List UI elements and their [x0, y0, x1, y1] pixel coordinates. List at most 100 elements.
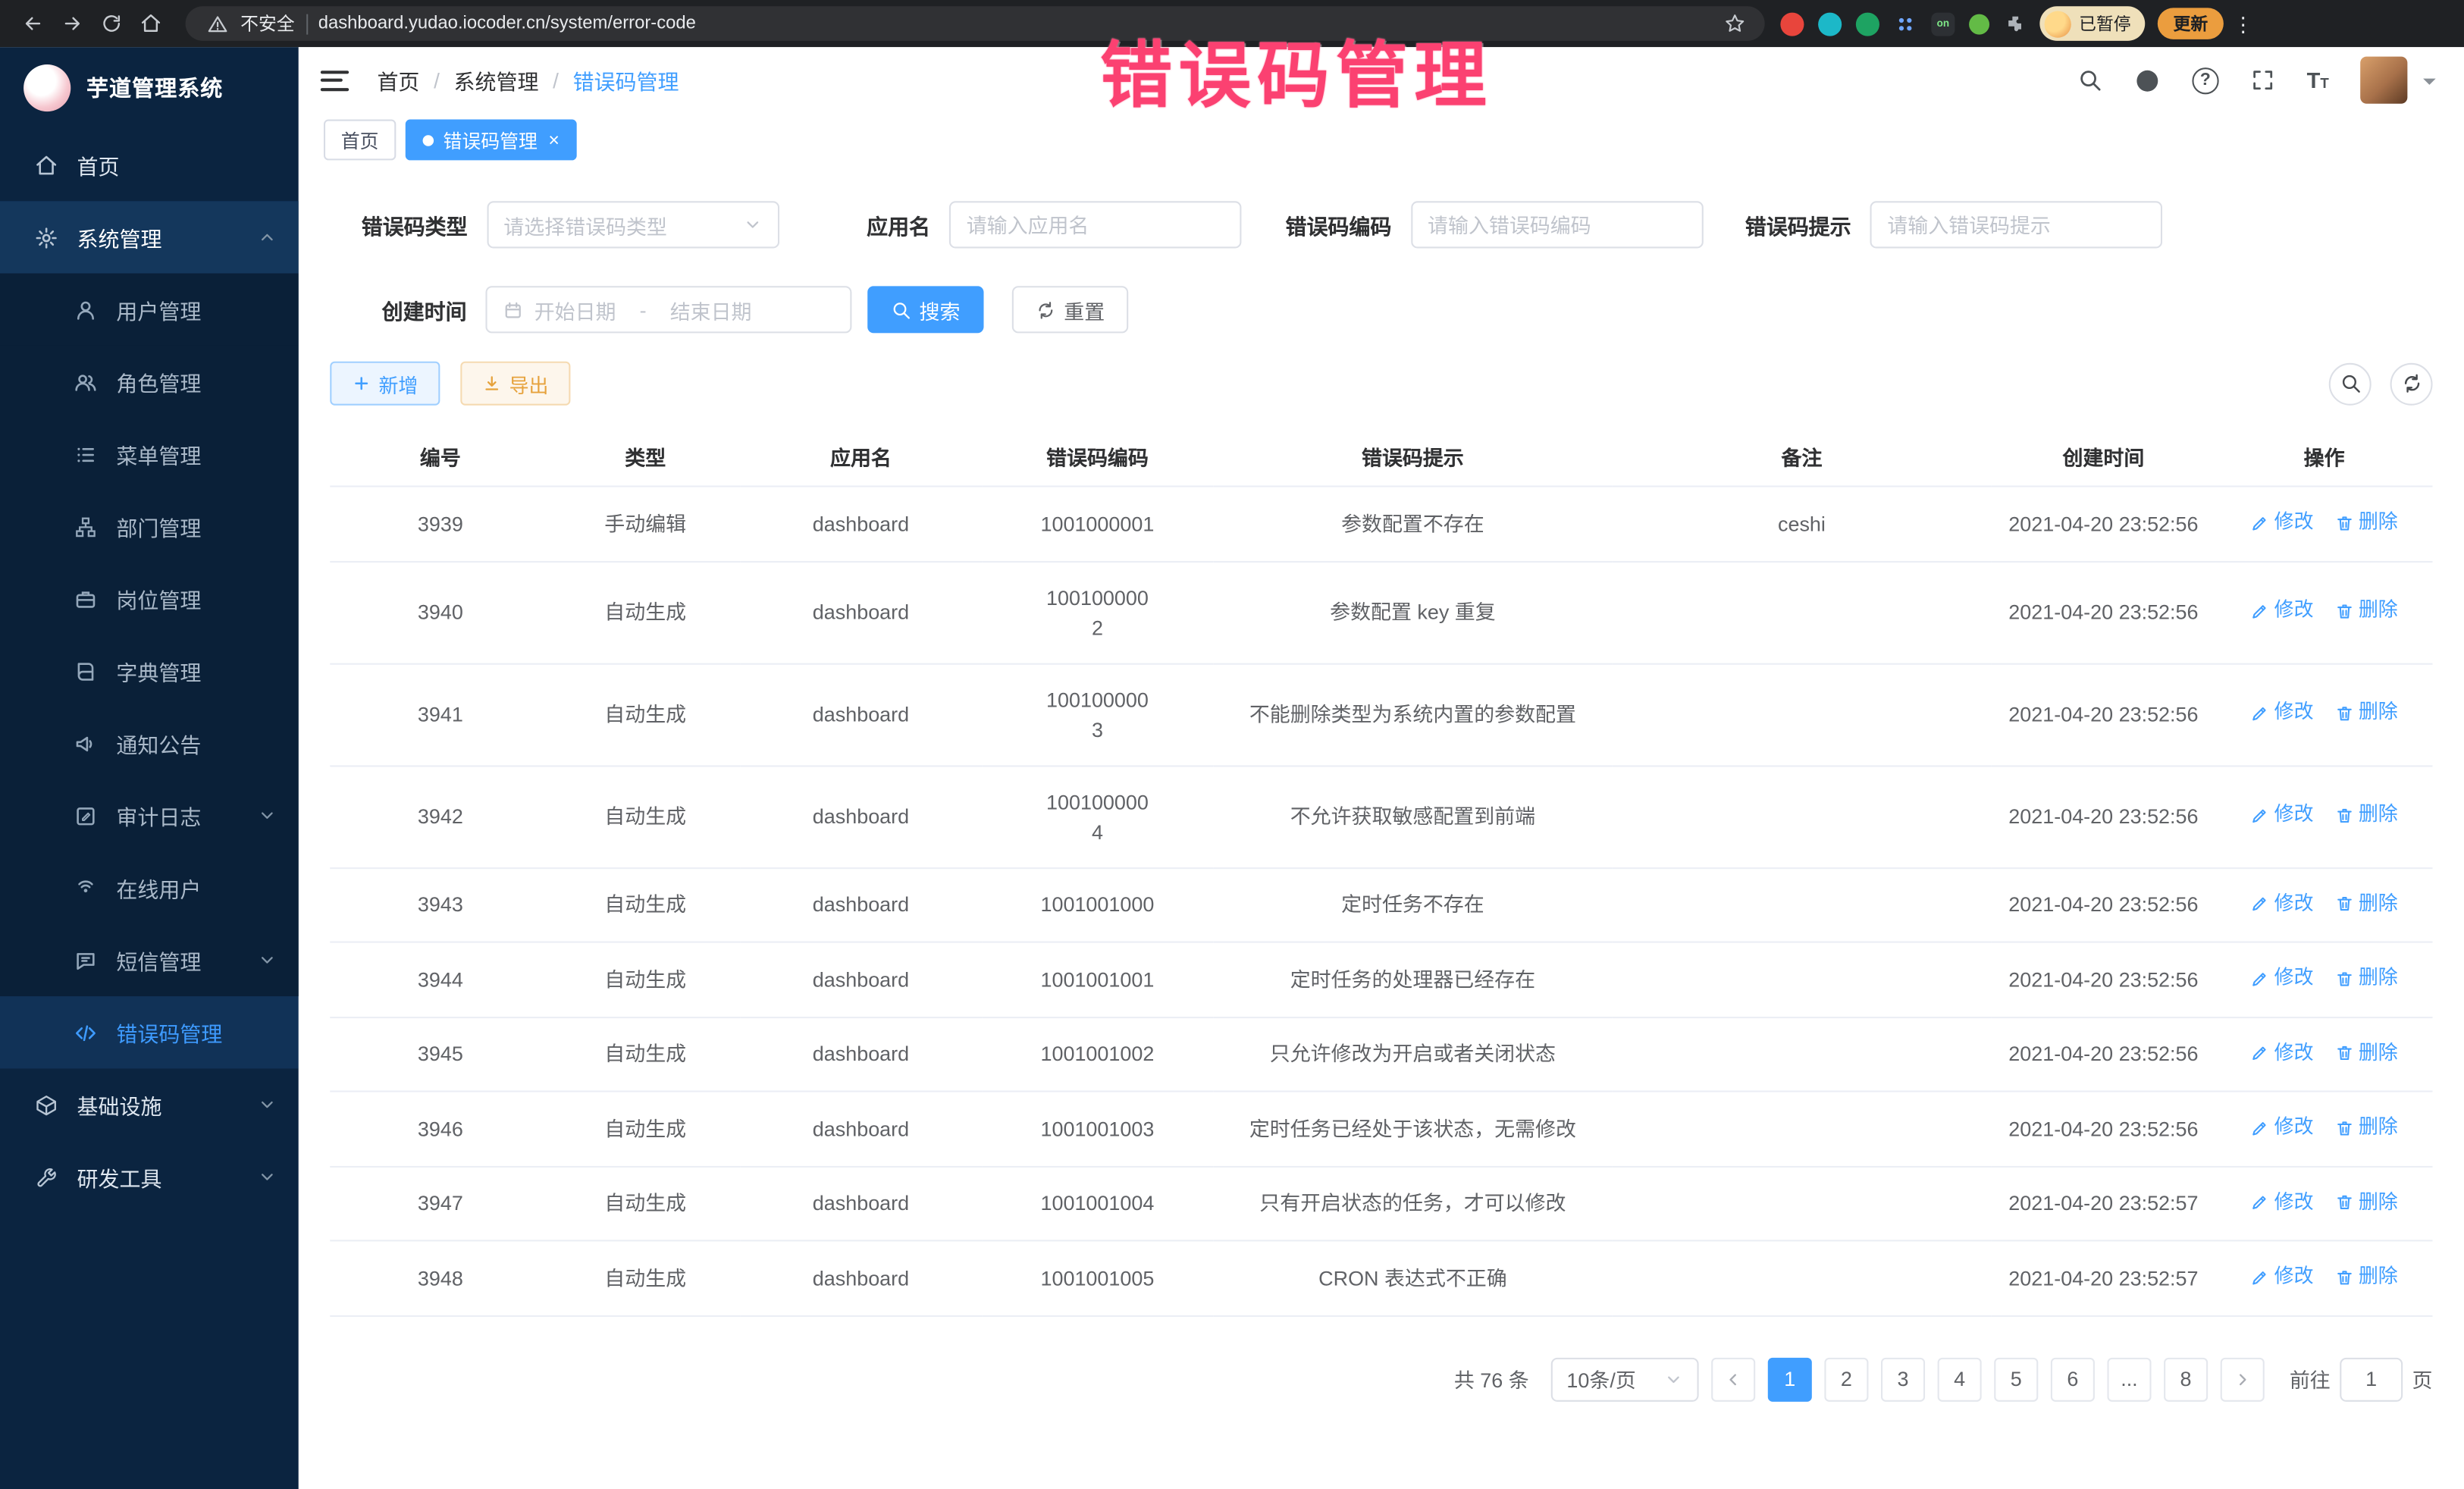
sidebar-item-infrastructure[interactable]: 基础设施: [0, 1068, 299, 1140]
browser-home-icon[interactable]: [130, 4, 170, 43]
edit-link[interactable]: 修改: [2251, 1038, 2314, 1067]
sidebar-item-online-users[interactable]: 在线用户: [0, 851, 299, 923]
sidebar-item-user-management[interactable]: 用户管理: [0, 274, 299, 346]
error-code-input[interactable]: [1410, 201, 1703, 248]
sidebar-item-system-management[interactable]: 系统管理: [0, 201, 299, 273]
search-button[interactable]: 搜索: [867, 286, 983, 333]
cell-remark: [1613, 561, 1991, 663]
sidebar-item-home[interactable]: 首页: [0, 129, 299, 201]
sidebar-item-label: 通知公告: [116, 728, 201, 759]
export-button[interactable]: 导出: [460, 362, 570, 406]
browser-update-button[interactable]: 更新: [2158, 8, 2224, 39]
github-icon[interactable]: [2134, 67, 2161, 93]
show-search-icon[interactable]: [2329, 362, 2372, 405]
sidebar-item-dev-tools[interactable]: 研发工具: [0, 1141, 299, 1213]
error-type-select[interactable]: 请选择错误码类型: [487, 201, 779, 248]
sidebar-item-sms-management[interactable]: 短信管理: [0, 924, 299, 996]
breadcrumb-system[interactable]: 系统管理: [454, 64, 539, 96]
delete-link[interactable]: 删除: [2335, 1187, 2398, 1217]
sidebar-item-error-code-management[interactable]: 错误码管理: [0, 996, 299, 1068]
address-bar[interactable]: 不安全 dashboard.yudao.iocoder.cn/system/er…: [186, 6, 1765, 41]
extension-icon-grid[interactable]: [1894, 12, 1917, 36]
user-avatar[interactable]: [2360, 57, 2407, 104]
delete-link[interactable]: 删除: [2335, 1112, 2398, 1142]
page-button-5[interactable]: 5: [1994, 1357, 2038, 1401]
delete-link[interactable]: 删除: [2335, 698, 2398, 728]
edit-link[interactable]: 修改: [2251, 889, 2314, 918]
edit-link[interactable]: 修改: [2251, 1112, 2314, 1142]
page-button-1[interactable]: 1: [1768, 1357, 1812, 1401]
extensions-puzzle-icon[interactable]: [2004, 12, 2027, 36]
edit-link[interactable]: 修改: [2251, 1187, 2314, 1217]
delete-link[interactable]: 删除: [2335, 889, 2398, 918]
date-start-placeholder: 开始日期: [534, 295, 616, 324]
fullscreen-icon[interactable]: [2250, 67, 2275, 92]
delete-link[interactable]: 删除: [2335, 801, 2398, 830]
add-button[interactable]: 新增: [330, 362, 440, 406]
browser-forward-icon[interactable]: [52, 4, 91, 43]
profile-paused-badge[interactable]: 已暂停: [2039, 6, 2145, 41]
font-size-icon[interactable]: TT: [2307, 69, 2329, 91]
sidebar-item-menu-management[interactable]: 菜单管理: [0, 418, 299, 490]
extension-icon-on-badge[interactable]: on: [1931, 12, 1955, 36]
chevron-down-icon: [1664, 1369, 1683, 1388]
close-icon[interactable]: ×: [548, 129, 560, 151]
breadcrumb-home[interactable]: 首页: [377, 64, 419, 96]
col-header-created: 创建时间: [1991, 428, 2216, 487]
extension-icon-green[interactable]: [1856, 12, 1879, 36]
page-button-3[interactable]: 3: [1881, 1357, 1925, 1401]
extension-icon-teal[interactable]: [1818, 12, 1842, 36]
edit-link[interactable]: 修改: [2251, 698, 2314, 728]
date-end-placeholder: 结束日期: [670, 295, 752, 324]
goto-page-input[interactable]: [2340, 1357, 2403, 1401]
search-icon[interactable]: [2077, 67, 2102, 92]
edit-link[interactable]: 修改: [2251, 1262, 2314, 1291]
page-size-select[interactable]: 10条/页: [1551, 1357, 1699, 1401]
browser-menu-kebab-icon[interactable]: ⋮: [2233, 14, 2253, 34]
extension-icon-red[interactable]: [1780, 12, 1804, 36]
page-button-8[interactable]: 8: [2164, 1357, 2208, 1401]
next-page-button[interactable]: [2221, 1357, 2265, 1401]
date-range-picker[interactable]: 开始日期 - 结束日期: [485, 286, 851, 333]
delete-link[interactable]: 删除: [2335, 1038, 2398, 1067]
browser-reload-icon[interactable]: [91, 4, 130, 43]
cell-remark: [1613, 942, 1991, 1017]
prev-page-button[interactable]: [1711, 1357, 1755, 1401]
sidebar-item-role-management[interactable]: 角色管理: [0, 346, 299, 418]
bookmark-star-icon[interactable]: [1724, 13, 1746, 35]
page-button-2[interactable]: 2: [1824, 1357, 1868, 1401]
users-icon: [74, 370, 99, 393]
sidebar-item-audit-log[interactable]: 审计日志: [0, 779, 299, 851]
delete-link[interactable]: 删除: [2335, 507, 2398, 537]
edit-link[interactable]: 修改: [2251, 964, 2314, 993]
sidebar-item-dict-management[interactable]: 字典管理: [0, 635, 299, 707]
tab-label: 首页: [341, 127, 379, 153]
error-message-input[interactable]: [1870, 201, 2163, 248]
cell-created: 2021-04-20 23:52:56: [1991, 1091, 2216, 1165]
page-button-6[interactable]: 6: [2051, 1357, 2095, 1401]
extension-icon-leaf[interactable]: [1969, 14, 1989, 34]
tab-home[interactable]: 首页: [324, 120, 396, 161]
sidebar-item-post-management[interactable]: 岗位管理: [0, 563, 299, 635]
delete-link[interactable]: 删除: [2335, 964, 2398, 993]
col-header-actions: 操作: [2216, 428, 2433, 487]
page-button-4[interactable]: 4: [1938, 1357, 1982, 1401]
cell-code: 1001001002: [982, 1017, 1213, 1091]
edit-link[interactable]: 修改: [2251, 801, 2314, 830]
browser-back-icon[interactable]: [13, 4, 52, 43]
sidebar-item-notice[interactable]: 通知公告: [0, 707, 299, 779]
sidebar-collapse-icon[interactable]: [321, 70, 349, 90]
page-ellipsis[interactable]: ...: [2107, 1357, 2151, 1401]
refresh-icon[interactable]: [2390, 362, 2433, 405]
app-name-input[interactable]: [949, 201, 1242, 248]
edit-link[interactable]: 修改: [2251, 596, 2314, 625]
edit-link[interactable]: 修改: [2251, 507, 2314, 537]
delete-link[interactable]: 删除: [2335, 1262, 2398, 1291]
cell-id: 3948: [330, 1240, 550, 1315]
help-icon[interactable]: ?: [2192, 67, 2218, 93]
caret-down-icon[interactable]: [2423, 78, 2436, 91]
sidebar-item-department-management[interactable]: 部门管理: [0, 491, 299, 563]
reset-button[interactable]: 重置: [1012, 286, 1128, 333]
delete-link[interactable]: 删除: [2335, 596, 2398, 625]
tab-error-code-management[interactable]: 错误码管理 ×: [406, 120, 577, 161]
